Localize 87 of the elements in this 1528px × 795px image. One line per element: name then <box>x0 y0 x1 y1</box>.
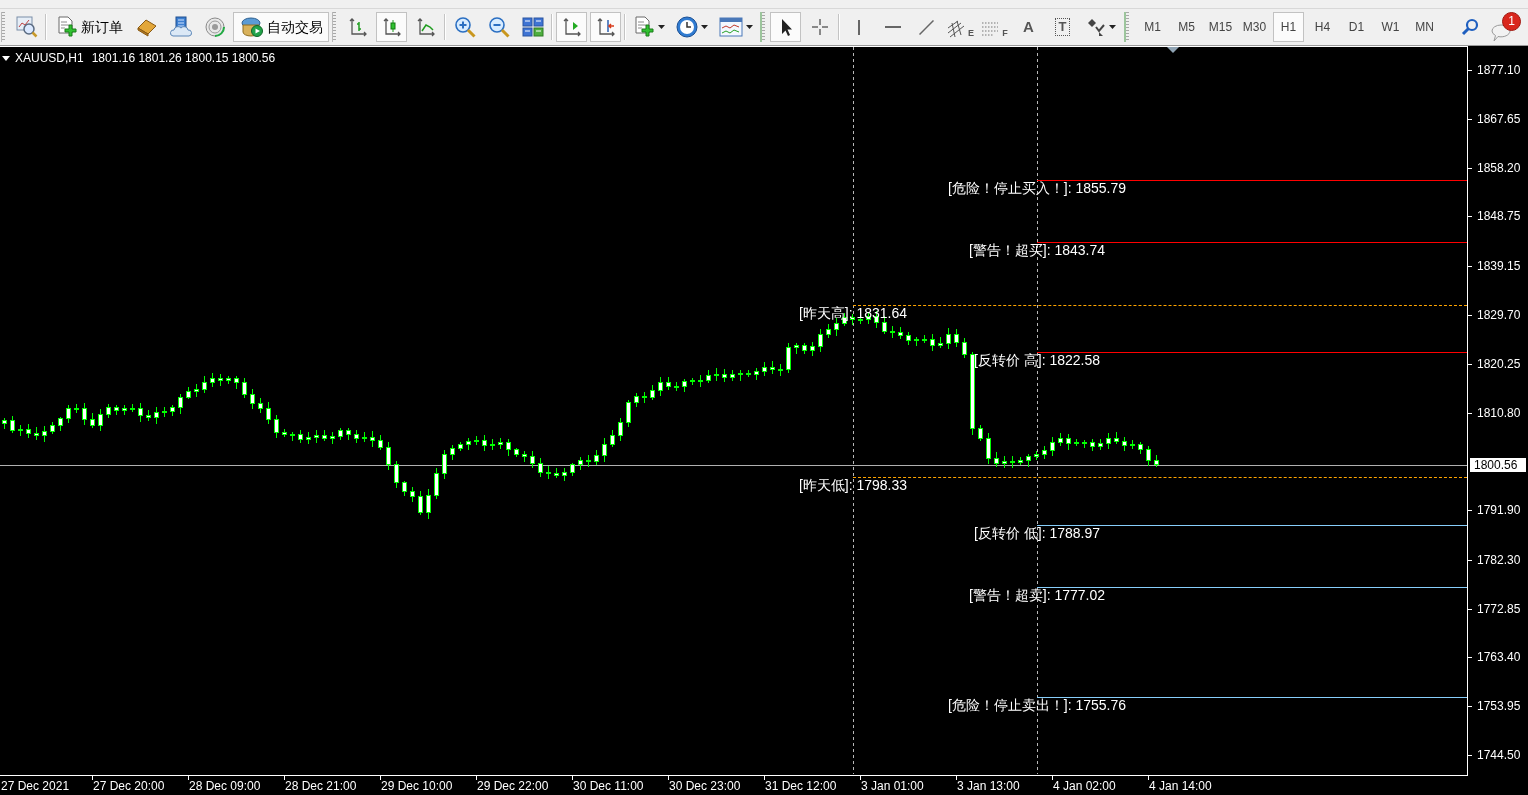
price-tick-label: 1772.85 <box>1477 603 1521 615</box>
chart-type-button[interactable] <box>376 12 407 42</box>
dotted-lines-icon <box>981 20 1000 38</box>
chart-shift-icon <box>561 17 582 37</box>
caret-icon <box>746 25 753 29</box>
level-label: [反转价 高]: 1822.58 <box>973 353 1101 367</box>
caret-icon <box>658 25 665 29</box>
time-label: 3 Jan 01:00 <box>861 780 924 792</box>
chart-magnifier-icon <box>15 16 38 38</box>
time-label: 28 Dec 09:00 <box>189 780 261 792</box>
text-label-tool-button[interactable]: T <box>1047 12 1078 42</box>
fibonacci-tool-button[interactable]: E <box>945 12 976 42</box>
timeframe-button[interactable]: W1 <box>1375 12 1406 42</box>
time-label: 4 Jan 02:00 <box>1053 780 1116 792</box>
price-tick-label: 1791.90 <box>1477 504 1521 516</box>
timeframe-button[interactable]: M5 <box>1171 12 1202 42</box>
level-label: [昨天低]: 1798.33 <box>798 478 908 492</box>
price-tick-label: 1839.15 <box>1477 260 1521 272</box>
symbol-label: XAUUSD,H1 <box>15 52 84 64</box>
play-badge-icon <box>239 16 264 38</box>
zoom-out-icon <box>487 16 510 38</box>
new-order-button[interactable]: 新订单 <box>50 12 128 42</box>
timeframe-button[interactable]: M1 <box>1137 12 1168 42</box>
document-plus-icon <box>633 16 655 38</box>
bar-chart-icon <box>347 17 368 37</box>
ohlc-values: 1801.16 1801.26 1800.15 1800.56 <box>91 52 276 64</box>
cursor-button[interactable] <box>770 12 801 42</box>
timeframe-button[interactable]: M30 <box>1239 12 1270 42</box>
timeframe-button[interactable]: H1 <box>1273 12 1304 42</box>
timeframe-button[interactable]: MN <box>1409 12 1440 42</box>
candlestick-icon <box>381 17 402 37</box>
notification-badge: 1 <box>1502 11 1521 31</box>
level-label: [反转价 低]: 1788.97 <box>973 526 1101 540</box>
level-label: [危险！停止买入！]: 1855.79 <box>947 181 1127 195</box>
horizontal-line-icon <box>884 26 901 28</box>
time-label: 28 Dec 21:00 <box>285 780 357 792</box>
price-tick-label: 1820.25 <box>1477 358 1521 370</box>
text-tool-button[interactable]: A <box>1013 12 1044 42</box>
time-label: 3 Jan 13:00 <box>957 780 1020 792</box>
messages-button[interactable]: 1 <box>1488 10 1522 44</box>
auto-scroll-button[interactable] <box>590 12 621 42</box>
auto-trading-button[interactable]: 自动交易 <box>233 12 329 42</box>
level-label: [警告！超买]: 1843.74 <box>968 243 1106 257</box>
time-label: 27 Dec 2021 <box>1 780 70 792</box>
price-tick-label: 1877.10 <box>1477 64 1521 76</box>
crosshair-icon <box>809 17 830 37</box>
price-tick-label: 1782.30 <box>1477 554 1521 566</box>
price-tick-label: 1858.20 <box>1477 162 1521 174</box>
time-label: 29 Dec 10:00 <box>381 780 453 792</box>
timeframe-button[interactable]: D1 <box>1341 12 1372 42</box>
price-tick-label: 1763.40 <box>1477 651 1521 663</box>
time-label: 4 Jan 14:00 <box>1149 780 1212 792</box>
signal-rings-icon <box>203 16 226 38</box>
price-tick-label: 1848.75 <box>1477 210 1521 222</box>
tile-windows-icon <box>521 17 544 37</box>
time-label: 29 Dec 22:00 <box>477 780 549 792</box>
search-icon <box>1459 17 1480 37</box>
trend-line-icon <box>919 19 934 35</box>
vertical-line-icon <box>857 19 860 35</box>
document-cloud-icon <box>169 16 192 38</box>
hatched-lines-icon <box>947 20 965 38</box>
time-label: 27 Dec 20:00 <box>93 780 165 792</box>
chart-window-icon <box>719 17 743 37</box>
chart-shift-button[interactable] <box>556 12 587 42</box>
price-tick-label: 1744.50 <box>1477 749 1521 761</box>
fibonacci-tool-button[interactable]: F <box>979 12 1010 42</box>
level-label: [危险！停止卖出！]: 1755.76 <box>947 698 1127 712</box>
time-label: 31 Dec 12:00 <box>765 780 837 792</box>
level-label: [警告！超卖]: 1777.02 <box>968 588 1106 602</box>
line-chart-icon <box>415 17 436 37</box>
price-tick-label: 1867.65 <box>1477 113 1521 125</box>
caret-icon <box>701 25 708 29</box>
caret-icon <box>1109 25 1116 29</box>
chat-bubble-icon <box>1490 23 1512 42</box>
arrows-icon <box>1086 17 1106 37</box>
timeframe-button[interactable]: M15 <box>1205 12 1236 42</box>
price-tick-label: 1753.95 <box>1477 700 1521 712</box>
clock-icon <box>676 16 698 38</box>
current-price-label: 1800.56 <box>1470 458 1526 472</box>
price-tick-label: 1829.70 <box>1477 309 1521 321</box>
auto-scroll-icon <box>595 17 616 37</box>
time-label: 30 Dec 11:00 <box>573 780 644 792</box>
timeframe-button[interactable]: H4 <box>1307 12 1338 42</box>
time-label: 30 Dec 23:00 <box>669 780 741 792</box>
document-plus-icon <box>55 16 78 38</box>
price-tick-label: 1810.80 <box>1477 407 1521 419</box>
zoom-in-icon <box>453 16 476 38</box>
